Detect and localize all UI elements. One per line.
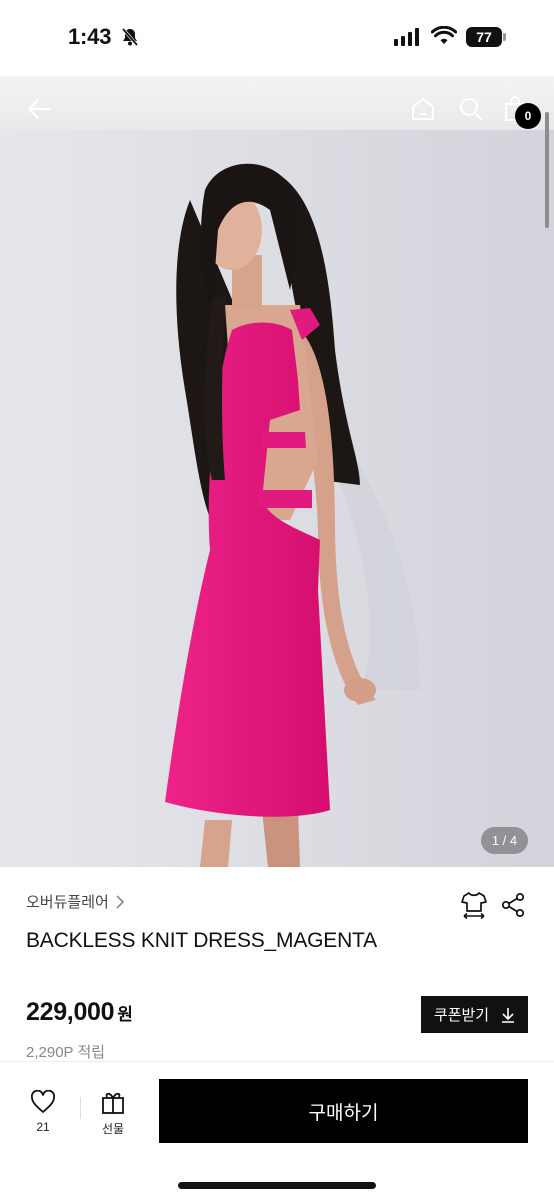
cart-count-badge: 0 [515,103,541,129]
status-bar: 1:43 77 [0,0,554,76]
like-button[interactable]: 21 [30,1090,56,1134]
size-guide-icon[interactable] [460,890,488,920]
action-divider [80,1097,81,1119]
battery-cap [503,33,506,41]
brand-name: 오버듀플레어 [26,894,109,911]
scrollbar[interactable] [545,112,549,228]
battery-level: 77 [476,29,492,45]
status-time: 1:43 [68,24,112,49]
brand-link[interactable]: 오버듀플레어 [26,891,125,912]
coupon-label: 쿠폰받기 [433,1007,490,1024]
product-title: BACKLESS KNIT DRESS_MAGENTA [26,929,377,952]
gift-label: 선물 [101,1122,125,1136]
price-value: 229,000 [26,998,115,1026]
home-indicator [178,1182,376,1189]
home-icon[interactable] [410,96,436,122]
gift-icon [102,1092,124,1114]
price-row: 229,000 원 [26,998,133,1027]
coupon-download-button[interactable]: 쿠폰받기 [421,996,528,1033]
product-image[interactable] [0,130,554,867]
price-currency: 원 [117,1005,133,1024]
image-counter: 1 / 4 [481,827,528,854]
share-icon[interactable] [500,892,526,918]
like-count: 21 [36,1120,50,1134]
gift-button[interactable]: 선물 [100,1090,126,1137]
download-icon [502,1007,515,1023]
wifi-icon [431,26,457,44]
search-icon[interactable] [458,96,484,122]
reward-points: 2,290P 적립 [26,1044,106,1061]
battery-icon: 77 [466,27,502,47]
bell-off-icon [121,28,139,46]
chevron-right-icon [116,894,124,909]
back-arrow-icon[interactable] [26,96,52,122]
heart-icon [31,1090,55,1113]
buy-button[interactable]: 구매하기 [159,1079,528,1143]
product-photo [0,130,554,867]
signal-icon [394,28,419,46]
